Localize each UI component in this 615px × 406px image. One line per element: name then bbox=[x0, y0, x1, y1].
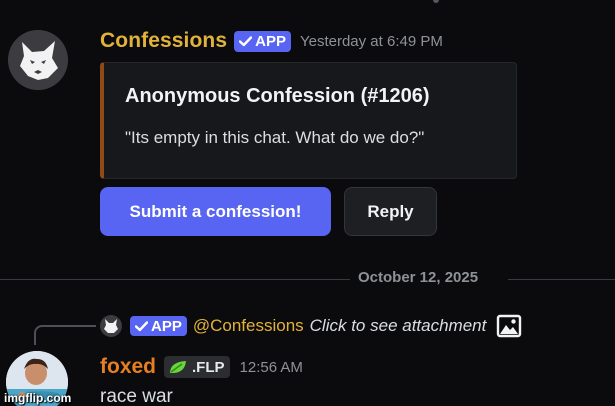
confessions-avatar[interactable] bbox=[8, 30, 68, 90]
check-icon bbox=[135, 320, 148, 331]
reply-avatar[interactable] bbox=[100, 315, 122, 337]
app-badge-label: APP bbox=[151, 317, 182, 335]
previous-message-edge bbox=[0, 0, 615, 6]
app-badge: APP bbox=[130, 316, 187, 336]
divider-line-right bbox=[508, 279, 615, 280]
submit-confession-button[interactable]: Submit a confession! bbox=[100, 187, 331, 236]
confession-embed: Anonymous Confession (#1206) "Its empty … bbox=[100, 62, 517, 179]
check-icon bbox=[239, 35, 253, 46]
username[interactable]: foxed bbox=[100, 355, 156, 379]
message-header: Confessions APP Yesterday at 6:49 PM bbox=[100, 28, 443, 54]
leaf-icon bbox=[170, 361, 187, 373]
message-text: race war bbox=[100, 386, 173, 406]
reply-content[interactable]: Click to see attachment bbox=[310, 316, 487, 336]
role-tag-label: .FLP bbox=[192, 358, 225, 376]
watermark: imgflip.com bbox=[4, 391, 72, 405]
app-badge-label: APP bbox=[255, 32, 286, 50]
date-divider: October 12, 2025 bbox=[358, 269, 479, 286]
divider-line-left bbox=[0, 279, 350, 280]
reply-spine bbox=[34, 325, 96, 345]
reply-preview[interactable]: APP @Confessions Click to see attachment bbox=[100, 314, 522, 338]
embed-title: Anonymous Confession (#1206) bbox=[125, 85, 430, 107]
chat-view: Confessions APP Yesterday at 6:49 PM Ano… bbox=[0, 0, 615, 406]
role-tag[interactable]: .FLP bbox=[164, 356, 230, 378]
timestamp[interactable]: 12:56 AM bbox=[240, 359, 303, 376]
app-badge: APP bbox=[234, 30, 291, 52]
message-header: foxed .FLP 12:56 AM bbox=[100, 354, 303, 380]
image-icon bbox=[496, 314, 522, 338]
timestamp[interactable]: Yesterday at 6:49 PM bbox=[300, 33, 443, 50]
embed-description: "Its empty in this chat. What do we do?" bbox=[125, 128, 425, 147]
reply-button[interactable]: Reply bbox=[344, 187, 437, 236]
reply-mention[interactable]: @Confessions bbox=[193, 316, 304, 336]
username[interactable]: Confessions bbox=[100, 29, 227, 53]
